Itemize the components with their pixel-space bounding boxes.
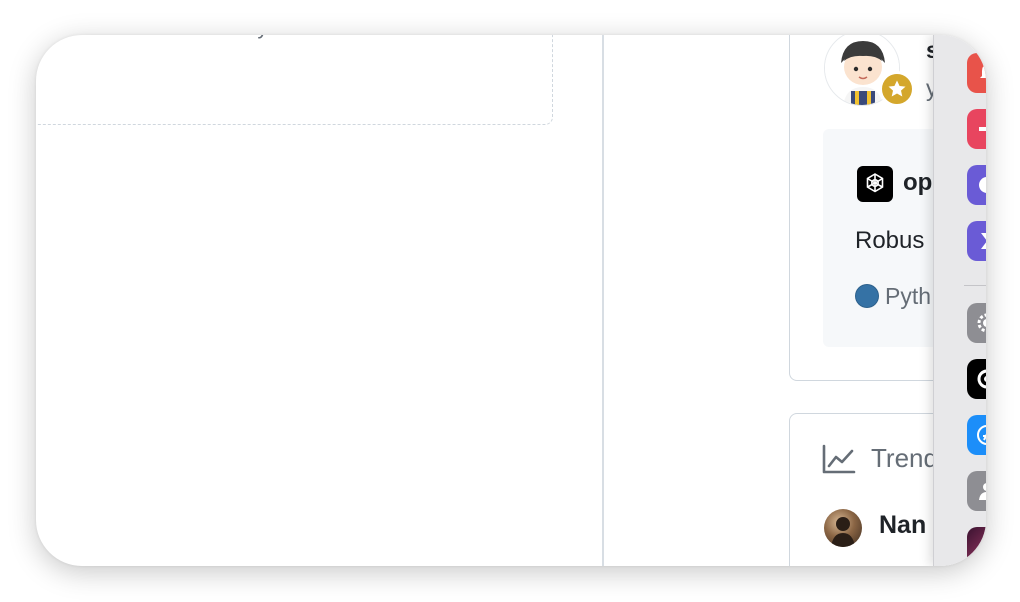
chatgpt-icon[interactable] — [967, 359, 986, 399]
photo-app-icon[interactable] — [967, 527, 986, 566]
trending-person-avatar[interactable] — [824, 509, 862, 547]
hourglass-icon[interactable] — [967, 221, 986, 261]
activity-empty-state-text: When you take actions across GitHub, we’… — [36, 35, 487, 46]
repo-language: Pyth — [885, 283, 932, 309]
dock-separator — [964, 285, 986, 286]
column-divider — [602, 35, 604, 566]
star-badge-icon — [879, 71, 915, 107]
language-color-dot — [855, 284, 879, 308]
browser-window: When you take actions across GitHub, we’… — [36, 35, 986, 566]
app-store-icon[interactable] — [967, 415, 986, 455]
activity-empty-state-card: When you take actions across GitHub, we’… — [36, 35, 553, 125]
contacts-icon[interactable] — [967, 471, 986, 511]
trending-title: Trend — [871, 443, 938, 473]
time-icon[interactable] — [967, 165, 986, 205]
announcer-icon[interactable] — [967, 109, 986, 149]
graph-icon — [822, 444, 856, 474]
repo-description: Robus — [855, 227, 925, 254]
openai-logo-icon — [857, 166, 893, 202]
github-dashboard: When you take actions across GitHub, we’… — [36, 35, 986, 566]
trending-person-name[interactable]: Nan — [879, 511, 926, 540]
repo-name[interactable]: op — [903, 169, 932, 197]
settings-gear-icon[interactable] — [967, 303, 986, 343]
reminders-icon[interactable] — [967, 53, 986, 93]
